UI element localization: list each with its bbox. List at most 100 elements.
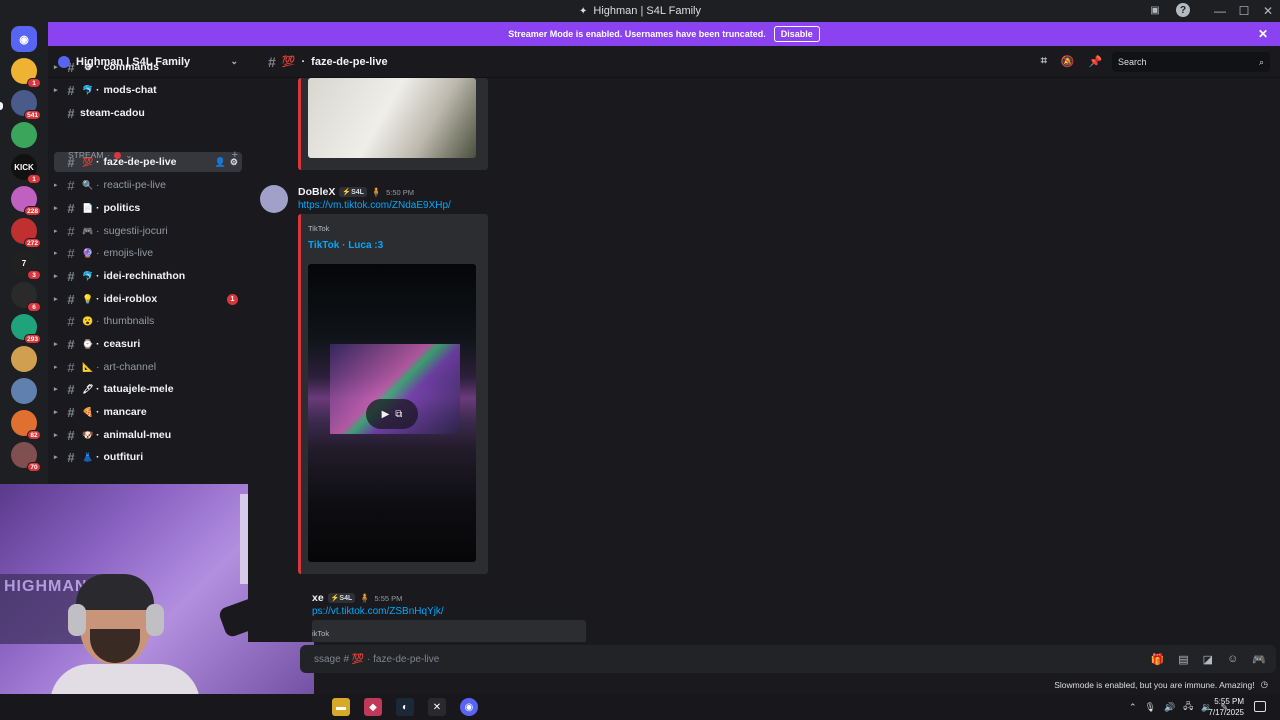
channel-emoji: ⚙: [83, 61, 93, 72]
maximize-button[interactable]: ☐: [1232, 0, 1256, 22]
discord-taskbar-icon[interactable]: ◉: [460, 698, 478, 716]
message-link[interactable]: ps://vt.tiktok.com/ZSBnHqYjk/: [312, 606, 444, 617]
channel-idei-rechinathon[interactable]: ▸ # 🐬 · idei-rechinathon: [54, 266, 242, 286]
embed-title[interactable]: TikTok · Luca :3: [308, 240, 383, 251]
expand-arrow-icon[interactable]: ▸: [54, 295, 62, 303]
system-clock[interactable]: 5:55 PM 7/17/2025: [1208, 696, 1244, 718]
message-input[interactable]: ssage # 💯 · faze-de-pe-live 🎁 ▤ ◪ ☺ 🎮: [300, 645, 1276, 673]
channel-politics[interactable]: ▸ # 📄 · politics: [54, 198, 242, 218]
expand-arrow-icon[interactable]: ▸: [54, 408, 62, 416]
notifications-icon[interactable]: [1254, 701, 1266, 712]
expand-arrow-icon[interactable]: ▸: [54, 86, 62, 94]
channel-commands[interactable]: ▸ # ⚙ · commands: [54, 57, 242, 77]
help-icon[interactable]: ?: [1176, 3, 1190, 17]
gift-icon[interactable]: 🎁: [1151, 653, 1165, 666]
steam-icon[interactable]: ◐: [396, 698, 414, 716]
channel-name: thumbnails: [103, 315, 155, 327]
chat-header: # 💯 · faze-de-pe-live ⌗ 🔕 📌 👥 Search ⌕: [248, 46, 1280, 78]
apps-icon[interactable]: 🎮: [1252, 653, 1266, 666]
gif-icon[interactable]: ▤: [1178, 653, 1188, 666]
disable-streamer-mode-button[interactable]: Disable: [773, 26, 820, 42]
bear-server-icon[interactable]: 1: [11, 58, 41, 88]
microphone-icon[interactable]: 🎙: [1145, 702, 1156, 713]
timer-icon: ◷: [1260, 679, 1268, 689]
file-explorer-icon[interactable]: ▬: [332, 698, 350, 716]
network-icon[interactable]: 🖧: [1183, 699, 1193, 715]
red-server-icon[interactable]: 272: [11, 218, 41, 248]
skull-server-icon[interactable]: 6: [11, 282, 41, 312]
expand-arrow-icon[interactable]: ▸: [54, 204, 62, 212]
kick-server-icon[interactable]: KICK 1: [11, 154, 41, 184]
channel-animalul-meu[interactable]: ▸ # 🐶 · animalul-meu: [54, 425, 242, 445]
open-external-icon: ⧉: [395, 408, 403, 420]
channel-idei-roblox[interactable]: ▸ # 💡 · idei-roblox 1: [54, 289, 242, 309]
channel-steam-cadou[interactable]: # steam-cadou: [54, 103, 242, 123]
channel-thumbnails[interactable]: # 😮 · thumbnails: [54, 311, 242, 331]
sticker-icon[interactable]: ◪: [1203, 653, 1213, 666]
volume-icon[interactable]: 🔊: [1164, 702, 1175, 713]
channel-emojis-live[interactable]: ▸ # 🔮 · emojis-live: [54, 243, 242, 263]
expand-arrow-icon[interactable]: ▸: [54, 63, 62, 71]
expand-arrow-icon[interactable]: ▸: [54, 340, 62, 348]
category-stream[interactable]: STREAM · ⌄ +: [68, 147, 238, 163]
pin-icon[interactable]: 📌: [1089, 55, 1103, 68]
sword-server-icon[interactable]: 541: [11, 90, 41, 120]
mute-bell-icon[interactable]: 🔕: [1061, 55, 1075, 68]
author-name[interactable]: DoBleX: [298, 186, 335, 198]
expand-arrow-icon[interactable]: ▸: [54, 272, 62, 280]
teal-server-icon[interactable]: 293: [11, 314, 41, 344]
message-link[interactable]: https://vm.tiktok.com/ZNdaE9XHp/: [298, 200, 451, 211]
channel-emoji: 🐶: [82, 429, 94, 440]
channel-mods-chat[interactable]: ▸ # 🐬 · mods-chat: [54, 80, 242, 100]
xbox-icon[interactable]: ✕: [428, 698, 446, 716]
expand-arrow-icon[interactable]: ▸: [54, 453, 62, 461]
mention-badge: 70: [27, 462, 41, 472]
channel-emoji: 🔍: [82, 179, 94, 190]
embed-provider: ikTok: [312, 629, 330, 638]
avatar[interactable]: [260, 185, 288, 213]
mention-badge: 1: [27, 174, 41, 184]
hash-icon: #: [67, 381, 75, 397]
character-server-icon[interactable]: [11, 378, 37, 404]
seven-server-icon[interactable]: 73: [11, 250, 41, 280]
inbox-icon[interactable]: ▣: [1148, 3, 1162, 17]
close-icon[interactable]: ✕: [1258, 27, 1268, 41]
author-name[interactable]: xe: [312, 592, 324, 604]
avatar-server-icon[interactable]: 70: [11, 442, 41, 472]
chevron-up-icon[interactable]: ⌃: [1129, 702, 1137, 713]
message-author-row: DoBleX ⚡S4L 🧍 5:50 PM: [298, 186, 414, 198]
expand-arrow-icon[interactable]: ▸: [54, 431, 62, 439]
frog-server-icon[interactable]: [11, 122, 37, 148]
expand-arrow-icon[interactable]: ▸: [54, 363, 62, 371]
create-channel-button[interactable]: +: [232, 149, 238, 161]
play-button[interactable]: ▶ ⧉: [366, 399, 418, 429]
channel-ceasuri[interactable]: ▸ # ⌚ · ceasuri: [54, 334, 242, 354]
browser-app-icon[interactable]: ◆: [364, 698, 382, 716]
channel-tatuajele-mele[interactable]: ▸ # 🖋 · tatuajele-mele: [54, 379, 242, 399]
embed-video[interactable]: ▶ ⧉: [308, 264, 476, 562]
channel-art-channel[interactable]: ▸ # 📐 · art-channel: [54, 357, 242, 377]
channel-mancare[interactable]: ▸ # 🍕 · mancare: [54, 402, 242, 422]
emoji-icon[interactable]: ☺: [1227, 653, 1238, 666]
discord-home-icon[interactable]: ◉: [11, 26, 37, 52]
close-window-button[interactable]: ✕: [1256, 0, 1280, 22]
streamer-mode-banner: Streamer Mode is enabled. Usernames have…: [48, 22, 1280, 46]
threads-icon[interactable]: ⌗: [1041, 55, 1047, 68]
pink-server-icon[interactable]: 228: [11, 186, 41, 216]
channel-reactii-pe-live[interactable]: ▸ # 🔍 · reactii-pe-live: [54, 175, 242, 195]
window-titlebar: ✦ Highman | S4L Family ▣ ? — ☐ ✕: [0, 0, 1280, 22]
channel-emoji: 🐬: [82, 270, 94, 281]
expand-arrow-icon[interactable]: ▸: [54, 227, 62, 235]
channel-sugestii-jocuri[interactable]: ▸ # 🎮 · sugestii-jocuri: [54, 221, 242, 241]
expand-arrow-icon[interactable]: ▸: [54, 181, 62, 189]
channel-emoji: ⌚: [82, 338, 94, 349]
doge-server-icon[interactable]: [11, 346, 37, 372]
game-server-icon[interactable]: 82: [11, 410, 41, 440]
minimize-button[interactable]: —: [1208, 0, 1232, 22]
channel-outfituri[interactable]: ▸ # 👗 · outfituri: [54, 447, 242, 467]
embed-image-cat[interactable]: [308, 78, 476, 158]
search-input[interactable]: Search ⌕: [1112, 52, 1270, 72]
expand-arrow-icon[interactable]: ▸: [54, 249, 62, 257]
expand-arrow-icon[interactable]: ▸: [54, 385, 62, 393]
message-author-row: xe ⚡S4L 🧍 5:55 PM: [312, 592, 402, 604]
